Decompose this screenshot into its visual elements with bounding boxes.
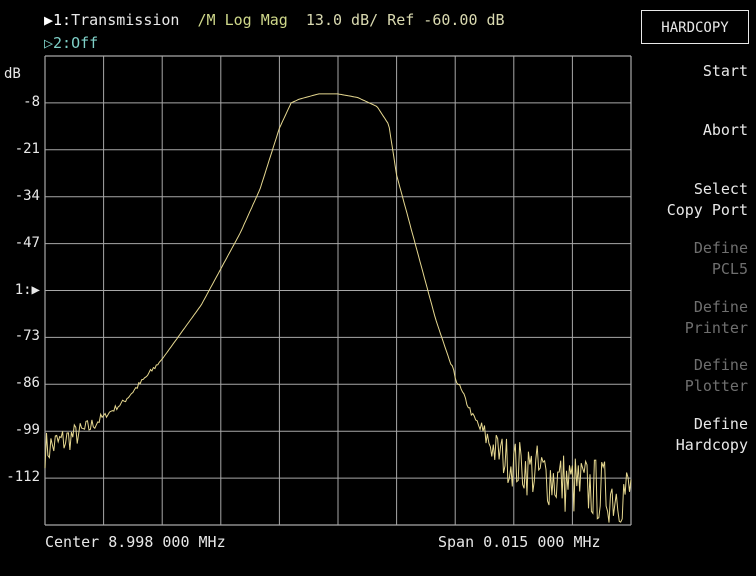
trace-plot xyxy=(44,55,632,526)
center-frequency-label: Center 8.998 000 MHz xyxy=(45,533,226,551)
hardcopy-menu-title: HARDCOPY xyxy=(641,10,749,44)
softkey-define-hardcopy[interactable]: Define Hardcopy xyxy=(638,414,748,456)
softkey-abort[interactable]: Abort xyxy=(638,120,748,141)
softkey-define-pcl5[interactable]: Define PCL5 xyxy=(638,238,748,280)
softkey-define-plotter[interactable]: Define Plotter xyxy=(638,355,748,397)
softkey-start[interactable]: Start xyxy=(638,61,748,82)
softkey-panel: HARDCOPY Start Abort Select Copy Port De… xyxy=(636,0,756,576)
plot-grid xyxy=(44,55,632,526)
span-frequency-label: Span 0.015 000 MHz xyxy=(438,533,601,551)
softkey-select-copy-port[interactable]: Select Copy Port xyxy=(638,179,748,221)
softkey-define-printer[interactable]: Define Printer xyxy=(638,297,748,339)
